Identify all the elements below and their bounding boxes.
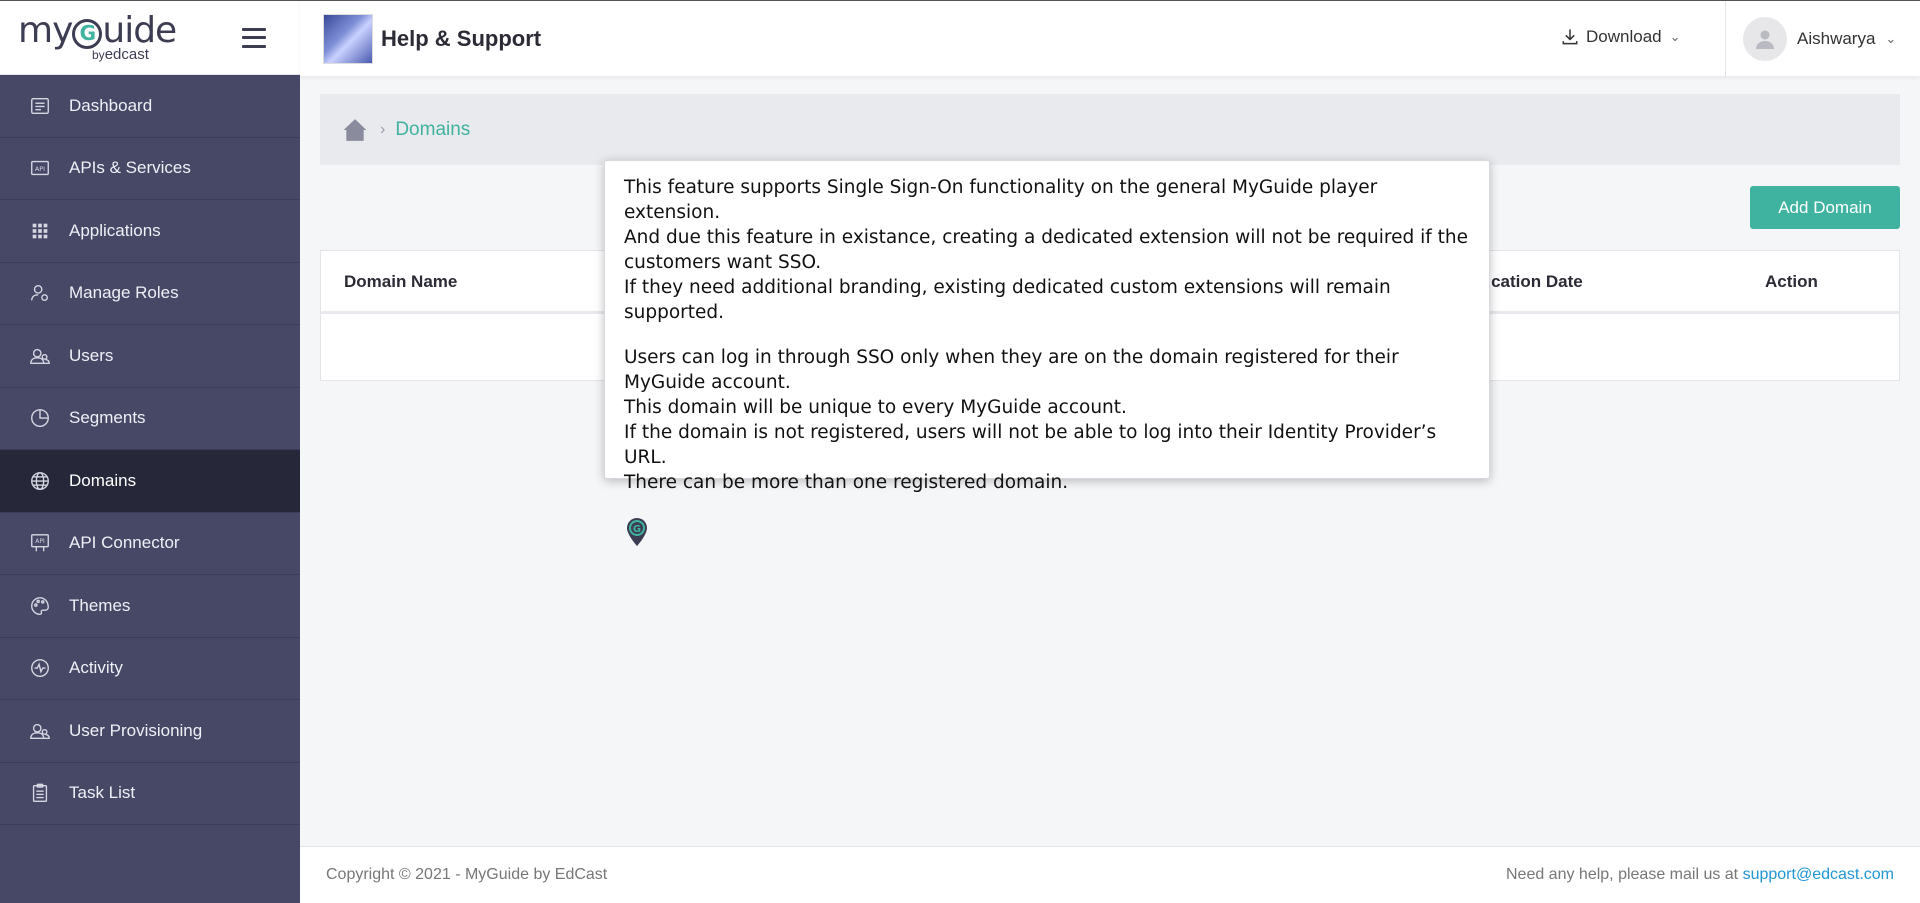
tooltip-text: Users can log in through SSO only when t…: [624, 347, 1399, 393]
sidebar-item-task-list[interactable]: Task List: [0, 763, 300, 825]
chevron-down-icon: ⌄: [1669, 29, 1681, 44]
users-icon: [28, 719, 52, 743]
top-header: Help & Support Download ⌄ Aishwarya ⌄: [300, 0, 1920, 77]
page-title: Help & Support: [381, 26, 542, 51]
column-header-domain-name[interactable]: Domain Name: [344, 272, 457, 292]
column-header-modification-date[interactable]: ification Date: [1476, 272, 1583, 292]
logo-by: by: [92, 48, 105, 62]
sidebar-item-label: Users: [69, 345, 114, 365]
home-icon[interactable]: [342, 117, 368, 143]
sidebar-item-label: Activity: [69, 658, 123, 678]
footer: Copyright © 2021 - MyGuide by EdCast Nee…: [300, 846, 1920, 903]
copyright-text: Copyright © 2021 - MyGuide by EdCast: [326, 866, 608, 883]
sidebar-item-label: Domains: [69, 470, 137, 490]
user-name: Aishwarya: [1797, 29, 1876, 48]
pie-chart-icon: [28, 406, 52, 430]
help-support[interactable]: Help & Support: [323, 14, 541, 64]
breadcrumb: › Domains: [320, 94, 1900, 165]
grid-icon: [28, 219, 52, 243]
sidebar-item-users[interactable]: Users: [0, 325, 300, 388]
dashboard-icon: [28, 94, 52, 118]
sidebar-item-domains[interactable]: Domains: [0, 450, 300, 513]
guide-tooltip: This feature supports Single Sign-On fun…: [604, 160, 1490, 546]
user-icon: [1756, 30, 1774, 49]
sidebar-item-label: Task List: [69, 783, 136, 803]
myguide-logo[interactable]: my Guide byedcast: [18, 10, 177, 63]
sidebar-item-label: API Connector: [69, 533, 180, 553]
sidebar-item-apis-services[interactable]: API APIs & Services: [0, 138, 300, 200]
sidebar-item-themes[interactable]: Themes: [0, 575, 300, 638]
help-support-thumbnail: [323, 14, 373, 64]
tooltip-text: This domain will be unique to every MyGu…: [624, 397, 1127, 418]
svg-text:G: G: [633, 524, 641, 535]
sidebar-item-api-connector[interactable]: API API Connector: [0, 513, 300, 575]
tooltip-text: And due this feature in existance, creat…: [624, 227, 1468, 273]
tooltip-text: There can be more than one registered do…: [624, 472, 1069, 493]
hamburger-menu-icon[interactable]: [242, 27, 266, 48]
users-icon: [28, 344, 52, 368]
help-text-wrap: Need any help, please mail us at support…: [1506, 866, 1894, 884]
tooltip-text: This feature supports Single Sign-On fun…: [624, 177, 1378, 223]
sidebar-nav: Dashboard API APIs & Services Applicatio…: [0, 75, 300, 825]
sidebar-item-manage-roles[interactable]: Manage Roles: [0, 263, 300, 325]
breadcrumb-current: Domains: [395, 118, 471, 140]
header-divider: [1725, 1, 1726, 77]
tooltip-text: If they need additional branding, existi…: [624, 277, 1391, 323]
sidebar-item-label: Manage Roles: [69, 283, 179, 303]
support-email-link[interactable]: support@edcast.com: [1743, 866, 1894, 883]
logo-brand: edcast: [104, 46, 149, 63]
api-icon: API: [28, 156, 52, 180]
sidebar: my Guide byedcast Dashboard API APIs & Se…: [0, 0, 300, 903]
column-header-action: Action: [1765, 272, 1818, 291]
sidebar-item-applications[interactable]: Applications: [0, 200, 300, 263]
help-text: Need any help, please mail us at: [1505, 866, 1743, 883]
sidebar-item-user-provisioning[interactable]: User Provisioning: [0, 700, 300, 763]
add-domain-button[interactable]: Add Domain: [1750, 186, 1900, 229]
sidebar-item-label: Segments: [69, 408, 146, 428]
chevron-right-icon: ›: [380, 120, 386, 138]
sidebar-item-label: User Provisioning: [69, 720, 203, 740]
svg-text:API: API: [35, 538, 45, 545]
user-gear-icon: [28, 281, 52, 305]
tooltip-text: If the domain is not registered, users w…: [624, 422, 1437, 468]
sidebar-item-label: APIs & Services: [69, 158, 191, 178]
activity-icon: [28, 656, 52, 680]
sidebar-item-dashboard[interactable]: Dashboard: [0, 75, 300, 138]
logo-g-mark: G: [72, 19, 103, 49]
logo-area: my Guide byedcast: [0, 0, 300, 75]
svg-text:API: API: [35, 165, 45, 173]
download-dropdown[interactable]: Download ⌄: [1560, 27, 1681, 47]
palette-icon: [28, 594, 52, 618]
api-connector-icon: API: [28, 531, 52, 555]
download-label: Download: [1586, 27, 1662, 46]
clipboard-icon: [28, 781, 52, 805]
sidebar-item-label: Applications: [69, 220, 161, 240]
user-menu[interactable]: Aishwarya ⌄: [1743, 17, 1896, 61]
myguide-pin-icon[interactable]: G: [624, 515, 650, 547]
download-icon: [1562, 29, 1578, 45]
logo-text: uide: [102, 10, 177, 51]
sidebar-item-activity[interactable]: Activity: [0, 638, 300, 700]
globe-icon: [28, 469, 52, 493]
logo-text: my: [18, 10, 73, 51]
sidebar-item-segments[interactable]: Segments: [0, 388, 300, 450]
sidebar-item-label: Themes: [69, 595, 131, 615]
chevron-down-icon: ⌄: [1885, 31, 1897, 46]
avatar: [1743, 17, 1787, 61]
sidebar-item-label: Dashboard: [69, 95, 153, 115]
